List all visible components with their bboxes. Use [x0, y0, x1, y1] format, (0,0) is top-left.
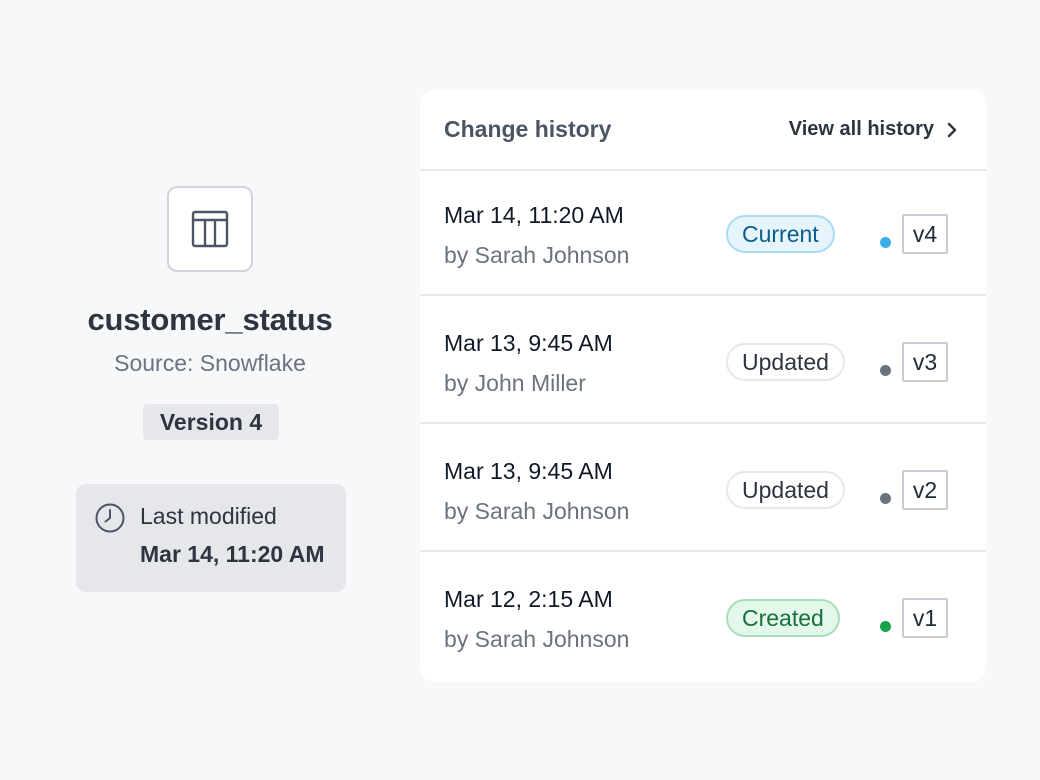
row-author: by John Miller — [444, 370, 586, 396]
status-badge: Current — [726, 215, 835, 253]
version-tag: v1 — [902, 598, 948, 638]
version-tag: v4 — [902, 214, 948, 254]
status-badge: Created — [726, 599, 840, 637]
row-date: Mar 13, 9:45 AM — [444, 458, 613, 484]
row-author: by Sarah Johnson — [444, 498, 630, 524]
row-date: Mar 13, 9:45 AM — [444, 330, 613, 356]
history-row[interactable]: Mar 13, 9:45 AM by John Miller Updated v… — [420, 298, 986, 424]
last-modified-card: Last modified Mar 14, 11:20 AM — [76, 484, 346, 592]
table-icon — [167, 186, 253, 272]
status-dot — [880, 365, 891, 376]
history-row[interactable]: Mar 12, 2:15 AM by Sarah Johnson Created… — [420, 554, 986, 680]
last-modified-value: Mar 14, 11:20 AM — [140, 541, 325, 567]
view-all-history-link[interactable]: View all history — [789, 118, 958, 141]
dataset-source: Source: Snowflake — [114, 350, 306, 376]
row-date: Mar 14, 11:20 AM — [444, 202, 624, 228]
status-dot — [880, 237, 891, 248]
status-dot — [880, 493, 891, 504]
history-row[interactable]: Mar 14, 11:20 AM by Sarah Johnson Curren… — [420, 170, 986, 296]
dataset-name: customer_status — [87, 302, 333, 337]
view-all-history-label: View all history — [788, 118, 934, 140]
status-badge: Updated — [726, 471, 845, 509]
status-badge: Updated — [726, 343, 845, 381]
status-dot — [880, 621, 891, 632]
history-row[interactable]: Mar 13, 9:45 AM by Sarah Johnson Updated… — [420, 426, 986, 552]
version-tag: v3 — [902, 342, 948, 382]
card-header: Change history View all history — [420, 90, 986, 171]
row-author: by Sarah Johnson — [444, 242, 630, 268]
clock-icon — [95, 503, 125, 533]
last-modified-label: Last modified — [140, 503, 277, 529]
row-author: by Sarah Johnson — [444, 626, 630, 652]
version-tag: v2 — [902, 470, 948, 510]
version-badge: Version 4 — [143, 404, 279, 440]
chevron-right-icon — [947, 122, 957, 137]
card-title: Change history — [444, 116, 612, 142]
change-history-card: Change history View all history Mar 14, … — [420, 90, 986, 682]
row-date: Mar 12, 2:15 AM — [444, 586, 613, 612]
